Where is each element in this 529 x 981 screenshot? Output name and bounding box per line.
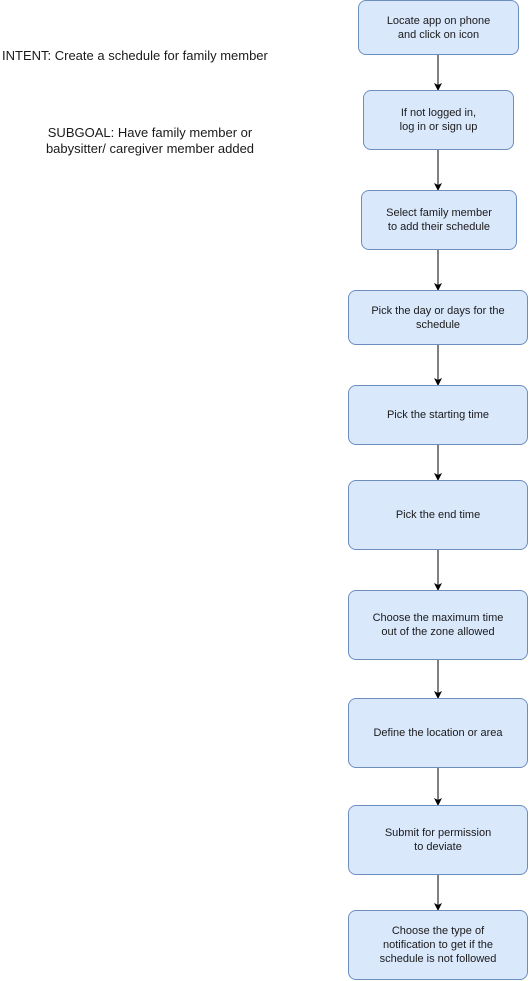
- step-define-location: Define the location or area: [348, 698, 528, 768]
- step-text: If not logged in, log in or sign up: [399, 107, 478, 133]
- step-text: Select family member to add their schedu…: [386, 207, 492, 233]
- step-select-family-member: Select family member to add their schedu…: [361, 190, 517, 250]
- step-max-time-out: Choose the maximum time out of the zone …: [348, 590, 528, 660]
- step-text: Choose the maximum time out of the zone …: [372, 612, 504, 638]
- step-pick-start-time: Pick the starting time: [348, 385, 528, 445]
- step-text: Pick the day or days for the schedule: [371, 304, 505, 331]
- step-pick-days: Pick the day or days for the schedule: [348, 290, 528, 345]
- step-text: Choose the type of notification to get i…: [379, 925, 497, 965]
- step-submit-permission: Submit for permission to deviate: [348, 805, 528, 875]
- step-locate-app: Locate app on phone and click on icon: [358, 0, 519, 55]
- step-text: Pick the end time: [395, 509, 481, 521]
- step-text: Pick the starting time: [386, 409, 490, 421]
- step-text: Define the location or area: [373, 727, 503, 739]
- step-pick-end-time: Pick the end time: [348, 480, 528, 550]
- step-text: Submit for permission to deviate: [384, 827, 492, 853]
- step-notification-type: Choose the type of notification to get i…: [348, 910, 528, 980]
- step-text: Locate app on phone and click on icon: [386, 14, 491, 41]
- step-login: If not logged in, log in or sign up: [363, 90, 514, 150]
